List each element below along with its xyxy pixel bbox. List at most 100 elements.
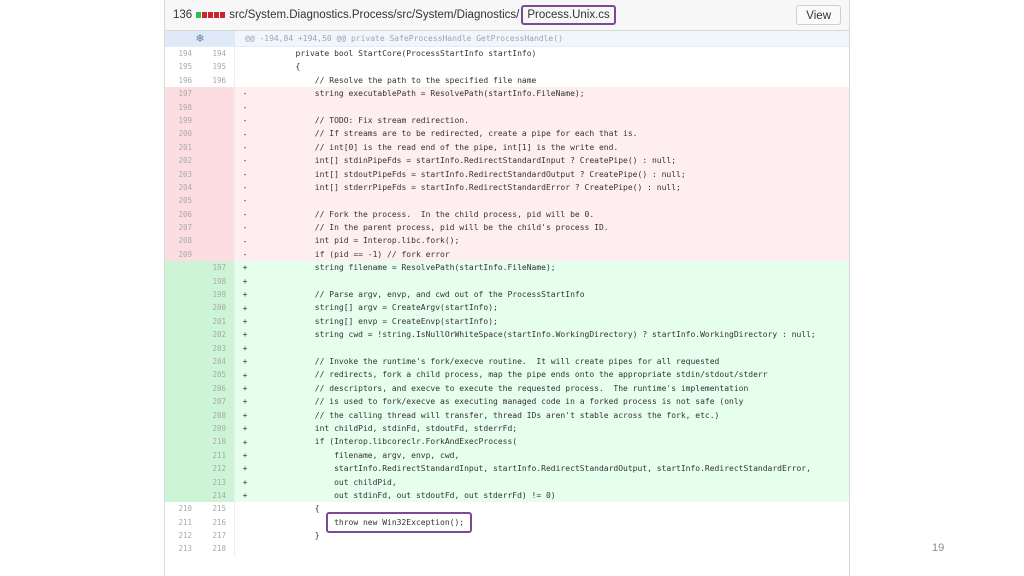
code-text: // is used to fork/execve as executing m… [257,397,744,407]
new-line-number[interactable]: 201 [200,314,235,329]
old-line-number[interactable] [165,341,200,355]
old-line-number[interactable] [165,488,200,503]
code-text: string[] envp = CreateEnvp(startInfo); [257,316,498,326]
old-line-number[interactable]: 201 [165,140,200,155]
code-text: int[] stdinPipeFds = startInfo.RedirectS… [257,156,677,166]
old-line-number[interactable] [165,395,200,409]
old-line-number[interactable] [165,274,200,289]
new-line-number[interactable]: 197 [200,261,235,275]
new-line-number[interactable]: 202 [200,328,235,342]
old-line-number[interactable] [165,368,200,382]
old-line-number[interactable] [165,421,200,436]
code-text: // Resolve the path to the specified fil… [257,75,537,85]
new-line-number[interactable] [200,221,235,235]
new-line-number[interactable] [200,207,235,222]
new-line-number[interactable] [200,100,235,114]
new-line-number[interactable]: 215 [200,502,235,516]
old-line-number[interactable]: 200 [165,127,200,141]
old-line-number[interactable] [165,328,200,342]
diff-marker: + [242,343,248,353]
new-line-number[interactable]: 204 [200,354,235,369]
new-line-number[interactable]: 209 [200,421,235,436]
old-line-number[interactable]: 206 [165,207,200,222]
old-line-number[interactable]: 209 [165,247,200,262]
new-line-number[interactable] [200,247,235,262]
old-line-number[interactable] [165,462,200,476]
old-line-number[interactable] [165,314,200,329]
code-text: out stdinFd, out stdoutFd, out stderrFd)… [257,490,556,500]
old-line-number[interactable]: 199 [165,113,200,128]
new-line-number[interactable]: 210 [200,435,235,449]
diff-lines: 194 194 private bool StartCore(ProcessSta… [165,47,849,556]
diff-line: 199 + // Parse argv, envp, and cwd out of… [165,288,849,302]
new-line-number[interactable]: 205 [200,368,235,382]
old-line-number[interactable] [165,435,200,449]
new-line-number[interactable] [200,234,235,248]
old-line-number[interactable]: 212 [165,529,200,542]
code-text: string cwd = !string.IsNullOrWhiteSpace(… [257,330,816,340]
diff-marker: + [242,477,248,487]
old-line-number[interactable]: 203 [165,167,200,181]
new-line-number[interactable]: 213 [200,475,235,489]
old-line-number[interactable]: 213 [165,542,200,555]
diff-line: 209 - if (pid == -1) // fork error [165,247,849,262]
old-line-number[interactable] [165,261,200,275]
code-text: int childPid, stdinFd, stdoutFd, stderrF… [257,423,518,433]
new-line-number[interactable]: 203 [200,341,235,355]
old-line-number[interactable]: 208 [165,234,200,248]
old-line-number[interactable]: 202 [165,154,200,168]
old-line-number[interactable] [165,448,200,463]
expand-icon[interactable]: ❄ [165,31,235,46]
view-file-button[interactable]: View [796,5,841,25]
new-line-number[interactable]: 214 [200,488,235,503]
new-line-number[interactable]: 198 [200,274,235,289]
diff-marker: - [242,129,248,139]
new-line-number[interactable]: 207 [200,395,235,409]
old-line-number[interactable]: 211 [165,516,200,529]
diff-line: 211 + filename, argv, envp, cwd, [165,448,849,463]
new-line-number[interactable] [200,167,235,181]
new-line-number[interactable]: 194 [200,47,235,61]
old-line-number[interactable] [165,381,200,396]
old-line-number[interactable]: 194 [165,47,200,60]
new-line-number[interactable] [200,140,235,155]
file-name-highlight[interactable]: Process.Unix.cs [521,5,616,25]
old-line-number[interactable]: 196 [165,74,200,87]
new-line-number[interactable]: 218 [200,542,235,556]
old-line-number[interactable] [165,301,200,315]
new-line-number[interactable]: 211 [200,448,235,463]
new-line-number[interactable] [200,113,235,128]
new-line-number[interactable] [200,87,235,101]
diff-marker: - [242,183,248,193]
new-line-number[interactable]: 196 [200,73,235,88]
new-line-number[interactable]: 212 [200,462,235,476]
old-line-number[interactable]: 195 [165,60,200,73]
new-line-number[interactable] [200,180,235,195]
new-line-number[interactable]: 217 [200,529,235,543]
old-line-number[interactable]: 197 [165,87,200,101]
new-line-number[interactable]: 206 [200,381,235,396]
old-line-number[interactable] [165,475,200,489]
new-line-number[interactable] [200,127,235,141]
new-line-number[interactable]: 208 [200,408,235,422]
new-line-number[interactable] [200,194,235,208]
new-line-number[interactable]: 195 [200,60,235,74]
new-line-number[interactable]: 200 [200,301,235,315]
code-text: private bool StartCore(ProcessStartInfo … [257,49,537,58]
old-line-number[interactable]: 205 [165,194,200,208]
diff-marker: + [242,330,248,340]
new-line-number[interactable]: 199 [200,288,235,302]
old-line-number[interactable]: 204 [165,180,200,195]
new-line-number[interactable]: 216 [200,515,235,530]
old-line-number[interactable]: 210 [165,502,200,515]
old-line-number[interactable]: 198 [165,100,200,114]
new-line-number[interactable] [200,154,235,168]
file-header: 136 src/System.Diagnostics.Process/src/S… [165,0,849,31]
old-line-number[interactable] [165,288,200,302]
code-text: string[] argv = CreateArgv(startInfo); [257,303,498,313]
file-path[interactable]: src/System.Diagnostics.Process/src/Syste… [229,9,519,21]
diff-line: 203 + [165,341,849,355]
old-line-number[interactable]: 207 [165,221,200,235]
old-line-number[interactable] [165,408,200,422]
old-line-number[interactable] [165,354,200,369]
